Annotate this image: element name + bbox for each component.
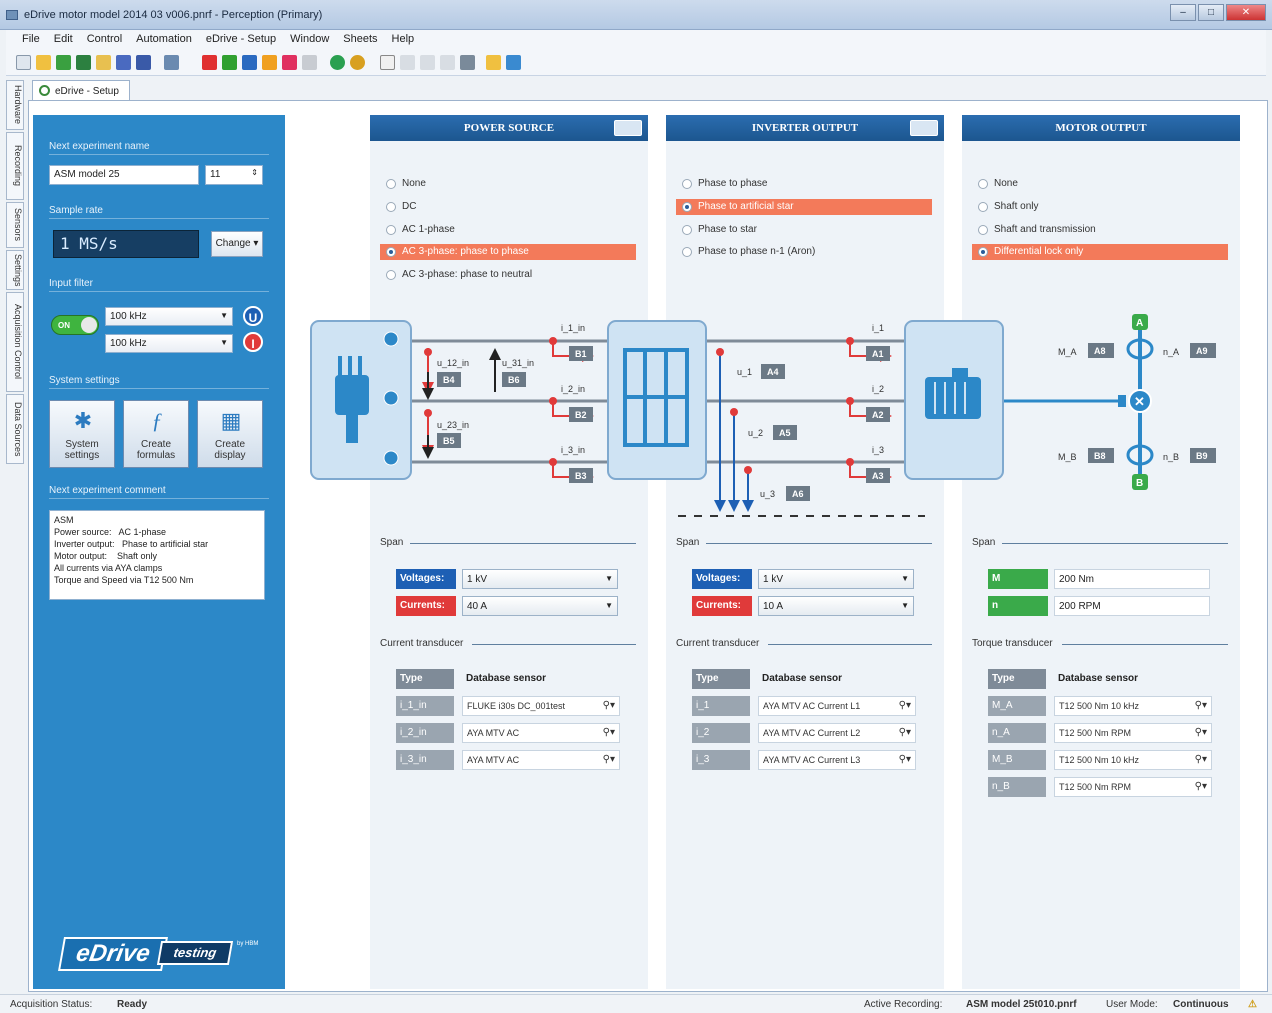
label-i2-in: i_2_in [561,384,585,394]
badge-a6: A6 [792,489,804,499]
label-u31-in: u_31_in [502,358,534,368]
badge-a8: A8 [1094,346,1106,356]
status-bar: Acquisition Status: Ready Active Recordi… [0,994,1272,1013]
label-i1: i_1 [872,323,884,333]
label-u3: u_3 [760,489,775,499]
label-i2: i_2 [872,384,884,394]
badge-b6: B6 [508,375,520,385]
label-u12-in: u_12_in [437,358,469,368]
acq-status-value: Ready [117,999,148,1010]
user-mode-value: Continuous [1173,999,1229,1010]
label-m-b: M_B [1058,452,1077,462]
motor-channel-badges: A8 A9 B8 B9 [1088,343,1216,463]
badge-a5: A5 [779,428,791,438]
app-window: eDrive motor model 2014 03 v006.pnrf - P… [0,0,1272,1013]
differential-icon: ✕ [1134,394,1145,409]
label-u1: u_1 [737,367,752,377]
inverter-channel-badges: A1 A2 A3 A4 A5 A6 [761,346,890,501]
active-recording-value: ASM model 25t010.pnrf [966,999,1077,1010]
badge-b8: B8 [1094,451,1106,461]
label-m-a: M_A [1058,347,1077,357]
badge-a1: A1 [872,349,884,359]
wheel-a-badge: A [1136,318,1143,329]
badge-b4: B4 [443,375,455,385]
badge-a4: A4 [767,367,779,377]
label-i3-in: i_3_in [561,445,585,455]
label-n-b: n_B [1163,452,1179,462]
label-i1-in: i_1_in [561,323,585,333]
user-mode-label: User Mode: [1106,999,1158,1010]
badge-b9: B9 [1196,451,1208,461]
label-u23-in: u_23_in [437,420,469,430]
active-recording-label: Active Recording: [864,999,943,1010]
badge-b5: B5 [443,436,455,446]
wheel-b-badge: B [1136,478,1143,489]
label-n-a: n_A [1163,347,1179,357]
acq-status-label: Acquisition Status: [10,999,93,1010]
badge-b3: B3 [575,471,587,481]
badge-a9: A9 [1196,346,1208,356]
inverter-box [607,320,707,480]
label-i3: i_3 [872,445,884,455]
warning-icon[interactable]: ⚠ [1248,999,1257,1010]
label-u2: u_2 [748,428,763,438]
wiring-diagram: i_1_in i_2_in i_3_in u_12_in u_31_in u_2… [310,314,1216,517]
badge-a2: A2 [872,410,884,420]
badge-b2: B2 [575,410,587,420]
badge-b1: B1 [575,349,587,359]
badge-a3: A3 [872,471,884,481]
power-source-box [310,320,412,480]
differential-assembly: ✕ A B [1118,314,1154,490]
motor-box [904,320,1004,480]
